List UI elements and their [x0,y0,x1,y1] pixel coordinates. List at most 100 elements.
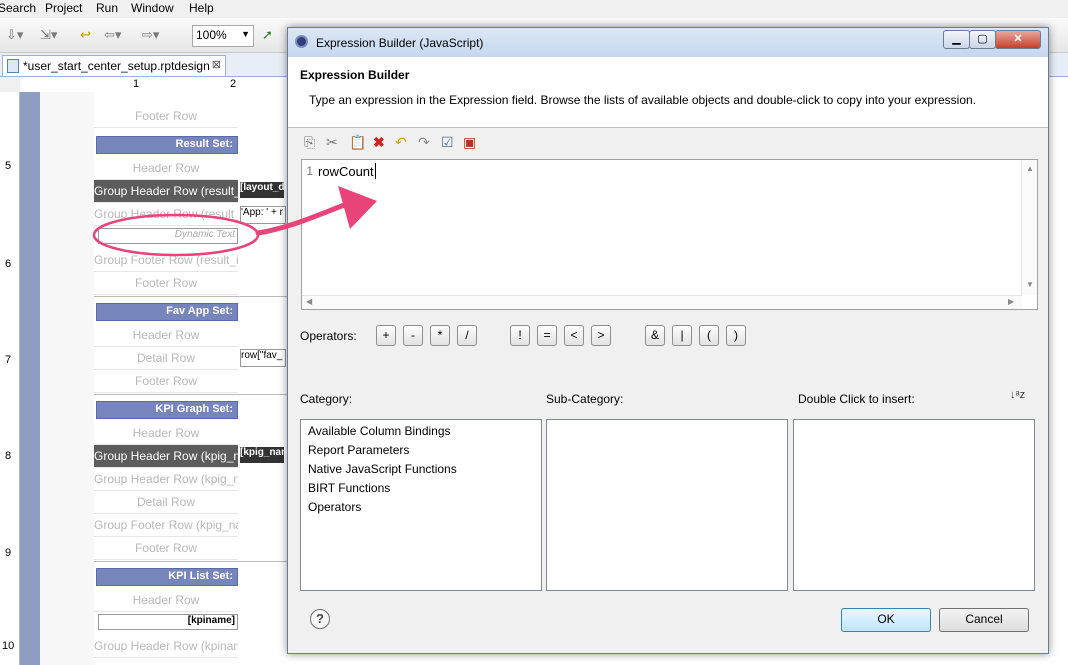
editor-tab-label: *user_start_center_setup.rptdesign [23,59,210,73]
redo-icon[interactable]: ↷ [418,134,430,151]
operator-less-than-button[interactable]: < [564,325,584,346]
operator-close-paren-button[interactable]: ) [726,325,746,346]
table-row[interactable]: Detail Row [94,491,238,514]
close-tab-icon[interactable]: ⊠ [212,58,221,71]
data-cell[interactable]: [kpig_nan [240,447,284,463]
table-row[interactable]: Group Header Row (result_id [94,203,238,226]
table-row[interactable]: Detail Row [94,347,238,370]
scroll-up-icon[interactable]: ▲ [1026,164,1034,173]
list-item[interactable]: Native JavaScript Functions [308,462,457,476]
operator-minus-button[interactable]: - [403,325,423,346]
operator-or-button[interactable]: | [672,325,692,346]
help-icon[interactable]: ? [310,609,330,629]
table-row[interactable]: Group Header Row (kpiname [94,635,238,658]
cut-icon[interactable]: ✂ [326,134,338,151]
text-caret [375,163,376,179]
ruler-mark: 7 [5,354,12,366]
nav-back-icon[interactable]: ⇦▾ [104,27,121,43]
list-item[interactable]: Operators [308,500,361,514]
data-cell[interactable]: row["fav_ [240,349,286,367]
data-cell[interactable]: [layout_d [240,182,284,198]
table-row[interactable]: Footer Row [94,537,238,560]
dialog-titlebar[interactable]: Expression Builder (JavaScript) ▁ ▢ ✕ [288,28,1048,57]
table-row[interactable]: Header Row [94,589,238,612]
undo-icon[interactable]: ↶ [395,134,407,151]
operator-not-button[interactable]: ! [510,325,530,346]
table-row[interactable]: Header Row [94,422,238,445]
zoom-select[interactable]: 100% ▼ [192,25,254,47]
menu-project[interactable]: Project [45,1,82,15]
menu-search[interactable]: Search [0,1,36,15]
operator-divide-button[interactable]: / [457,325,477,346]
table-row[interactable]: Header Row [94,324,238,347]
horizontal-scrollbar[interactable]: ◀ ▶ [302,295,1022,309]
section-header-fav-app-set[interactable]: Fav App Set: [96,303,238,321]
scroll-left-icon[interactable]: ◀ [306,297,312,306]
validate-icon[interactable]: ☑ [441,134,454,151]
dialog-title: Expression Builder (JavaScript) [316,36,484,50]
table-row[interactable]: Footer Row [94,105,238,128]
table-row[interactable]: Group Header Row (result_id [94,180,238,203]
operator-equals-button[interactable]: = [537,325,557,346]
canvas-margin-inner [40,92,94,665]
dialog-description: Type an expression in the Expression fie… [309,93,977,107]
editor-tab[interactable]: *user_start_center_setup.rptdesign ⊠ [2,55,226,76]
menu-run[interactable]: Run [96,1,118,15]
table-row[interactable]: Header Row [94,157,238,180]
ok-button[interactable]: OK [841,608,931,632]
operator-multiply-button[interactable]: * [430,325,450,346]
back-arrow-icon[interactable]: ↩ [80,27,91,43]
section-header-result-set[interactable]: Result Set: [96,136,238,154]
table-row[interactable]: Group Header Row (kpig_nam [94,445,238,468]
scroll-right-icon[interactable]: ▶ [1008,297,1014,306]
insert-list[interactable] [793,419,1035,591]
divider [94,394,294,395]
vertical-scrollbar[interactable]: ▲ ▼ [1021,160,1037,295]
run-icon[interactable]: ➚ [262,27,273,43]
ruler-mark: 8 [5,450,12,462]
sort-az-icon[interactable]: ↓ᵃz [1010,389,1025,401]
kpiname-data-element[interactable]: [kpiname] [98,614,238,630]
scroll-down-icon[interactable]: ▼ [1026,280,1034,289]
cancel-button[interactable]: Cancel [939,608,1029,632]
ruler-mark: 2 [230,78,237,90]
table-row[interactable]: Footer Row [94,370,238,393]
subcategory-label: Sub-Category: [546,392,624,406]
table-row[interactable]: Group Footer Row (result_id [94,249,238,272]
table-row[interactable]: Group Footer Row (kpig_nam [94,514,238,537]
delete-icon[interactable]: ✖ [373,134,385,151]
ruler-mark: 10 [2,640,15,652]
report-file-icon [7,59,19,73]
list-item[interactable]: Available Column Bindings [308,424,451,438]
open-icon[interactable]: ⇲▾ [40,27,57,43]
subcategory-list[interactable] [546,419,788,591]
list-item[interactable]: Report Parameters [308,443,409,457]
close-button[interactable]: ✕ [995,30,1041,49]
table-row[interactable]: Footer Row [94,272,238,295]
expression-editor[interactable]: 1 rowCount ▲ ▼ ◀ ▶ [301,159,1038,310]
section-header-kpi-graph-set[interactable]: KPI Graph Set: [96,401,238,419]
category-list[interactable]: Available Column Bindings Report Paramet… [300,419,542,591]
list-item[interactable]: BIRT Functions [308,481,390,495]
calculator-icon[interactable]: ▣ [463,134,476,151]
nav-forward-icon[interactable]: ⇨▾ [142,27,159,43]
section-header-kpi-list-set[interactable]: KPI List Set: [96,568,238,586]
maximize-button[interactable]: ▢ [969,30,996,49]
menu-window[interactable]: Window [131,1,174,15]
operator-plus-button[interactable]: + [376,325,396,346]
dynamic-text-element[interactable]: Dynamic Text [98,228,238,244]
expression-code[interactable]: rowCount [318,164,374,179]
copy-icon[interactable]: ⎘ [304,134,315,151]
operator-open-paren-button[interactable]: ( [699,325,719,346]
new-wizard-icon[interactable]: ⇩▾ [6,27,23,43]
eclipse-app-icon [295,35,308,48]
menu-help[interactable]: Help [189,1,214,15]
paste-icon[interactable]: 📋 [349,134,366,151]
data-cell[interactable]: 'App: ' + r [240,206,286,224]
minimize-button[interactable]: ▁ [943,30,970,49]
operator-and-button[interactable]: & [645,325,665,346]
operator-greater-than-button[interactable]: > [591,325,611,346]
category-label: Category: [300,392,353,406]
table-row[interactable]: Group Header Row (kpig_nam [94,468,238,491]
zoom-value: 100% [196,28,227,42]
